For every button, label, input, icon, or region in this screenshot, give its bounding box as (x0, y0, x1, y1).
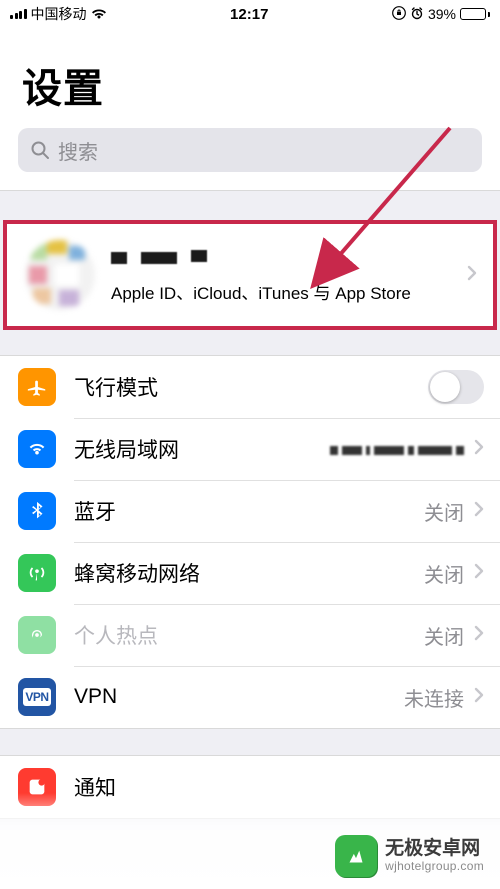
watermark-title: 无极安卓网 (385, 839, 484, 860)
row-label: 无线局域网 (74, 434, 330, 464)
chevron-right-icon (474, 624, 484, 647)
row-bluetooth[interactable]: 蓝牙 关闭 (0, 480, 500, 542)
cellular-icon (18, 554, 56, 592)
row-value: 关闭 (424, 621, 464, 650)
row-label: 蜂窝移动网络 (74, 558, 424, 588)
chevron-right-icon (474, 686, 484, 709)
alarm-icon (410, 6, 424, 23)
settings-group-network: 飞行模式 无线局域网 蓝牙 关闭 蜂窝移动网络 关闭 个人热点 关闭 (0, 355, 500, 729)
page-title: 设置 (22, 56, 478, 114)
signal-icon (10, 9, 27, 19)
watermark: 无极安卓网 wjhotelgroup.com (0, 793, 500, 889)
chevron-right-icon (467, 264, 477, 287)
row-vpn[interactable]: VPN VPN 未连接 (0, 666, 500, 728)
battery-icon (460, 8, 490, 20)
row-label: 飞行模式 (74, 372, 428, 402)
carrier-label: 中国移动 (31, 4, 87, 24)
search-input[interactable]: 搜索 (18, 128, 482, 172)
chevron-right-icon (474, 500, 484, 523)
search-icon (30, 140, 50, 160)
profile-highlight-box: Apple ID、iCloud、iTunes 与 App Store (3, 220, 497, 330)
chevron-right-icon (474, 438, 484, 461)
row-wifi[interactable]: 无线局域网 (0, 418, 500, 480)
wifi-icon (91, 7, 107, 23)
wifi-value-redacted (330, 438, 464, 461)
row-label: 个人热点 (74, 620, 424, 650)
row-cellular[interactable]: 蜂窝移动网络 关闭 (0, 542, 500, 604)
bluetooth-icon (18, 492, 56, 530)
row-airplane-mode[interactable]: 飞行模式 (0, 356, 500, 418)
status-bar: 中国移动 12:17 39% (0, 0, 500, 28)
lock-orientation-icon (392, 6, 406, 23)
row-label: VPN (74, 685, 404, 709)
airplane-toggle[interactable] (428, 370, 484, 404)
apple-id-row[interactable]: Apple ID、iCloud、iTunes 与 App Store (7, 224, 493, 326)
hotspot-icon (18, 616, 56, 654)
battery-pct: 39% (428, 6, 456, 22)
row-label: 蓝牙 (74, 496, 424, 526)
airplane-icon (18, 368, 56, 406)
watermark-logo (335, 835, 377, 877)
profile-subtitle: Apple ID、iCloud、iTunes 与 App Store (111, 279, 467, 304)
wifi-icon (18, 430, 56, 468)
row-value: 关闭 (424, 497, 464, 526)
watermark-url: wjhotelgroup.com (385, 860, 484, 873)
vpn-icon: VPN (18, 678, 56, 716)
search-placeholder: 搜索 (58, 136, 98, 165)
row-hotspot[interactable]: 个人热点 关闭 (0, 604, 500, 666)
page-header: 设置 (0, 28, 500, 128)
profile-name-redacted (111, 247, 467, 269)
row-value: 关闭 (424, 559, 464, 588)
chevron-right-icon (474, 562, 484, 585)
avatar (25, 240, 95, 310)
row-value: 未连接 (404, 683, 464, 712)
clock: 12:17 (230, 6, 268, 23)
